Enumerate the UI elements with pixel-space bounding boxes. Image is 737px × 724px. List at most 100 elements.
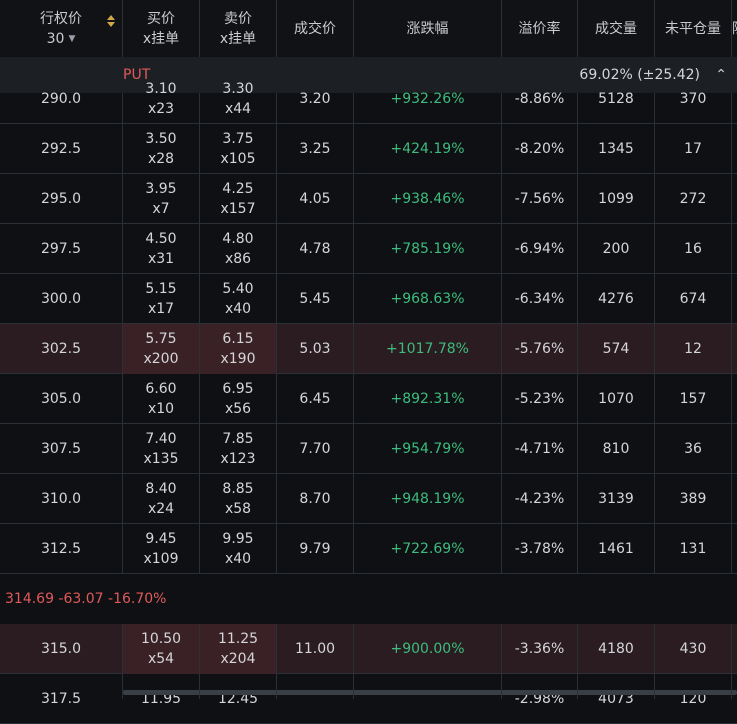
oi-cell: 430 (655, 624, 731, 674)
last-value: 3.25 (299, 141, 331, 157)
oi-value: 674 (679, 291, 707, 307)
column-divider (122, 93, 123, 574)
change-cell: +968.63% (354, 274, 501, 324)
strike-cell: 317.5 (0, 674, 122, 724)
ask-cell[interactable]: 3.30 x44 (200, 74, 276, 124)
table-row[interactable]: 315.0 10.50 x54 11.25 x204 11.00 +900.00% -3.36… (0, 624, 737, 674)
volume-value: 1070 (598, 391, 634, 407)
ask-cell[interactable]: 4.80 x86 (200, 224, 276, 274)
premium-header[interactable]: 溢价率 (502, 0, 577, 57)
volume-cell: 574 (578, 324, 654, 374)
bid-cell[interactable]: 11.95 (123, 674, 199, 724)
change-cell: +932.26% (354, 74, 501, 124)
bid-cell[interactable]: 8.40 x24 (123, 474, 199, 524)
change-cell: +948.19% (354, 474, 501, 524)
ask_size-value: x40 (224, 301, 252, 317)
oi-header[interactable]: 未平仓量 (655, 0, 731, 57)
strike-cell: 305.0 (0, 374, 122, 424)
table-row[interactable]: 297.5 4.50 x31 4.80 x86 4.78 +785.19% -6.94% 200… (0, 224, 737, 274)
ask-value: 4.80 (222, 231, 254, 247)
ask-value: 11.25 (217, 631, 259, 647)
ask-cell[interactable]: 11.25 x204 (200, 624, 276, 674)
strike-header[interactable]: 行权价 30 ▼ (0, 0, 122, 57)
strike-cell: 290.0 (0, 74, 122, 124)
last-cell: 4.78 (277, 224, 353, 274)
premium-value: -5.23% (514, 391, 565, 407)
table-row[interactable]: 295.0 3.95 x7 4.25 x157 4.05 +938.46% -7.56% 109… (0, 174, 737, 224)
bid-cell[interactable]: 3.10 x23 (123, 74, 199, 124)
strike-count-value: 30 (46, 30, 65, 47)
table-row[interactable]: 290.0 3.10 x23 3.30 x44 3.20 +932.26% -8.86% 512… (0, 74, 737, 124)
last-value: 11.00 (294, 641, 336, 657)
ask-value: 6.95 (222, 381, 254, 397)
ask-cell[interactable]: 4.25 x157 (200, 174, 276, 224)
strike-value: 300.0 (40, 291, 82, 307)
table-row[interactable]: 317.5 11.95 12.45 -2.98% 4073 120 (0, 674, 737, 724)
change-cell: +424.19% (354, 124, 501, 174)
oi-cell: 12 (655, 324, 731, 374)
ask-value: 8.85 (222, 481, 254, 497)
change-header[interactable]: 涨跌幅 (354, 0, 501, 57)
bid-cell[interactable]: 10.50 x54 (123, 624, 199, 674)
change-value: +1017.78% (386, 341, 469, 357)
horizontal-scrollbar[interactable] (123, 690, 737, 695)
ask_size-value: x58 (224, 501, 252, 517)
bid-cell[interactable]: 3.95 x7 (123, 174, 199, 224)
bid-cell[interactable]: 3.50 x28 (123, 124, 199, 174)
ask-header-label: 卖价 (224, 10, 252, 27)
bid-cell[interactable]: 9.45 x109 (123, 524, 199, 574)
ask-cell[interactable]: 12.45 (200, 674, 276, 724)
ask-cell[interactable]: 9.95 x40 (200, 524, 276, 574)
table-row[interactable]: 312.5 9.45 x109 9.95 x40 9.79 +722.69% -3.78% 14… (0, 524, 737, 574)
strike-count-selector[interactable]: 30 ▼ (47, 29, 76, 49)
volume-header[interactable]: 成交量 (578, 0, 654, 57)
oi-value: 272 (679, 191, 707, 207)
bid-cell[interactable]: 6.60 x10 (123, 374, 199, 424)
oi-value: 36 (684, 441, 702, 457)
ask-cell[interactable]: 5.40 x40 (200, 274, 276, 324)
table-row[interactable]: 310.0 8.40 x24 8.85 x58 8.70 +948.19% -4.23% 313… (0, 474, 737, 524)
column-divider (731, 624, 732, 699)
ask-cell[interactable]: 7.85 x123 (200, 424, 276, 474)
strike-value: 317.5 (40, 691, 82, 707)
premium-cell: -4.71% (502, 424, 577, 474)
bid_size-value: x109 (143, 551, 179, 567)
ask-cell[interactable]: 6.95 x56 (200, 374, 276, 424)
ask-cell[interactable]: 8.85 x58 (200, 474, 276, 524)
bid-cell[interactable]: 4.50 x31 (123, 224, 199, 274)
strike-value: 315.0 (40, 641, 82, 657)
iv-header[interactable]: 隐 (732, 0, 737, 57)
oi-value: 370 (679, 91, 707, 107)
ask_size-value: x56 (224, 401, 252, 417)
column-divider (654, 93, 655, 574)
last-cell: 5.03 (277, 324, 353, 374)
last-value: 6.45 (299, 391, 331, 407)
bid-value: 3.95 (145, 181, 177, 197)
change-value: +948.19% (390, 491, 465, 507)
table-row[interactable]: 292.5 3.50 x28 3.75 x105 3.25 +424.19% -8.20% 13… (0, 124, 737, 174)
change-value: +954.79% (390, 441, 465, 457)
ask-cell[interactable]: 6.15 x190 (200, 324, 276, 374)
oi-value: 389 (679, 491, 707, 507)
premium-header-label: 溢价率 (518, 20, 561, 37)
last-header[interactable]: 成交价 (277, 0, 353, 57)
premium-cell: -8.86% (502, 74, 577, 124)
table-row[interactable]: 305.0 6.60 x10 6.95 x56 6.45 +892.31% -5.23% 107… (0, 374, 737, 424)
bid-header[interactable]: 买价 x挂单 (123, 0, 199, 57)
bid-cell[interactable]: 7.40 x135 (123, 424, 199, 474)
table-row[interactable]: 307.5 7.40 x135 7.85 x123 7.70 +954.79% -4.71% 8… (0, 424, 737, 474)
premium-cell: -4.23% (502, 474, 577, 524)
bid-cell[interactable]: 5.75 x200 (123, 324, 199, 374)
ask-value: 6.15 (222, 331, 254, 347)
table-row[interactable]: 302.5 5.75 x200 6.15 x190 5.03 +1017.78% -5.76%… (0, 324, 737, 374)
last-cell: 7.70 (277, 424, 353, 474)
strike-cell: 297.5 (0, 224, 122, 274)
bid-cell[interactable]: 5.15 x17 (123, 274, 199, 324)
ask-header[interactable]: 卖价 x挂单 (200, 0, 276, 57)
underlying-price: 314.69 -63.07 -16.70% (5, 591, 167, 607)
table-row[interactable]: 300.0 5.15 x17 5.40 x40 5.45 +968.63% -6.34% 427… (0, 274, 737, 324)
premium-value: -4.71% (514, 441, 565, 457)
sort-icon[interactable] (106, 12, 116, 34)
volume-header-label: 成交量 (595, 20, 637, 37)
ask-cell[interactable]: 3.75 x105 (200, 124, 276, 174)
